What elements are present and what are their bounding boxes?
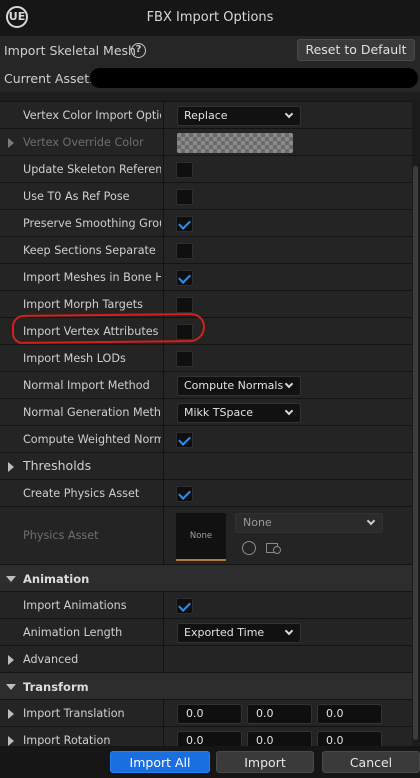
vertex-color-import-row: Vertex Color Import Option Replace [0,102,412,129]
vertex-color-import-label: Vertex Color Import Option [23,109,161,122]
current-asset-row: Current Asset: [0,64,420,92]
import-all-button[interactable]: Import All [110,751,210,773]
translation-x-input[interactable]: 0.0 [177,704,242,724]
import-meshes-bone-checkbox[interactable] [176,270,193,286]
create-physics-checkbox[interactable] [176,486,193,502]
animation-section-label: Animation [23,572,90,586]
vertex-override-color-row: Vertex Override Color [0,129,412,156]
current-asset-label: Current Asset: [4,71,94,86]
update-skeleton-checkbox[interactable] [176,162,193,178]
translation-z-input[interactable]: 0.0 [317,704,382,724]
create-physics-row: Create Physics Asset [0,480,412,507]
physics-asset-row: Physics Asset None None [0,507,412,565]
vertical-scrollbar[interactable] [412,100,420,746]
physics-asset-dropdown[interactable]: None [235,513,383,533]
import-meshes-bone-row: Import Meshes in Bone Hi... [0,264,412,291]
import-animations-row: Import Animations [0,592,412,619]
window-title: FBX Import Options [146,10,274,25]
keep-sections-row: Keep Sections Separate [0,237,412,264]
keep-sections-checkbox[interactable] [176,243,193,259]
rotation-y-input[interactable]: 0.0 [247,731,312,746]
use-selected-icon[interactable] [242,541,256,555]
browse-icon[interactable] [266,541,282,555]
animation-length-label: Animation Length [23,626,123,639]
rotation-x-input[interactable]: 0.0 [177,731,242,746]
title-bar: UE FBX Import Options [0,0,420,36]
transform-section-header[interactable]: Transform [0,673,412,700]
compute-weighted-checkbox[interactable] [176,432,193,448]
normal-import-row: Normal Import Method Compute Normals [0,372,412,399]
normal-generation-label: Normal Generation Method [23,406,161,419]
collapse-arrow-icon[interactable] [6,684,16,690]
animation-length-row: Animation Length Exported Time [0,619,412,646]
vertex-color-import-dropdown[interactable]: Replace [177,106,301,126]
normal-import-label: Normal Import Method [23,379,150,392]
translation-y-input[interactable]: 0.0 [247,704,312,724]
chevron-down-icon [284,379,294,389]
import-type-label: Import Skeletal Mesh [4,43,136,58]
expand-arrow-icon[interactable] [8,138,14,148]
physics-asset-label: Physics Asset [23,529,99,542]
import-mesh-lods-checkbox[interactable] [176,351,193,367]
compute-weighted-label: Compute Weighted Normals [23,433,161,446]
animation-length-dropdown[interactable]: Exported Time [177,623,301,643]
help-icon[interactable]: ? [131,43,146,58]
preserve-smoothing-checkbox[interactable] [176,216,193,232]
import-morph-label: Import Morph Targets [23,298,143,311]
use-t0-checkbox[interactable] [176,189,193,205]
footer-bar: Import All Import Cancel [0,746,420,778]
import-mesh-lods-label: Import Mesh LODs [23,352,126,365]
import-button[interactable]: Import [216,751,314,773]
expand-arrow-icon[interactable] [8,709,14,719]
use-t0-label: Use T0 As Ref Pose [23,190,130,203]
use-t0-row: Use T0 As Ref Pose [0,183,412,210]
collapse-arrow-icon[interactable] [6,576,16,582]
import-rotation-label: Import Rotation [23,734,111,746]
expand-arrow-icon[interactable] [8,462,14,472]
rotation-z-input[interactable]: 0.0 [317,731,382,746]
cancel-button[interactable]: Cancel [322,751,420,773]
import-rotation-row: Import Rotation 0.0 0.0 0.0 [0,727,412,746]
annotation-circle [11,312,206,345]
import-meshes-bone-label: Import Meshes in Bone Hi... [23,271,161,284]
expand-arrow-icon[interactable] [8,736,14,746]
color-swatch[interactable] [177,133,293,153]
normal-import-dropdown[interactable]: Compute Normals [177,376,301,396]
chevron-down-icon [366,516,376,526]
compute-weighted-row: Compute Weighted Normals [0,426,412,453]
advanced-row[interactable]: Advanced [0,646,412,673]
chevron-down-icon [284,406,294,416]
chevron-down-icon [284,626,294,636]
preserve-smoothing-row: Preserve Smoothing Groups [0,210,412,237]
keep-sections-label: Keep Sections Separate [23,244,156,257]
normal-generation-dropdown[interactable]: Mikk TSpace [177,403,301,423]
thresholds-row[interactable]: Thresholds [0,453,412,480]
animation-section-header[interactable]: Animation [0,565,412,592]
import-translation-label: Import Translation [23,707,125,720]
update-skeleton-row: Update Skeleton Referenc... [0,156,412,183]
scrollbar-thumb[interactable] [413,166,418,740]
advanced-label: Advanced [23,653,79,666]
vertex-override-color-label: Vertex Override Color [23,136,144,149]
chevron-down-icon [284,109,294,119]
import-animations-label: Import Animations [23,599,127,612]
import-animations-checkbox[interactable] [176,598,193,614]
create-physics-label: Create Physics Asset [23,487,140,500]
preserve-smoothing-label: Preserve Smoothing Groups [23,217,161,230]
reset-to-default-button[interactable]: Reset to Default [297,39,415,61]
import-type-header: Import Skeletal Mesh ? Reset to Default [0,36,420,64]
import-mesh-lods-row: Import Mesh LODs [0,345,412,372]
thresholds-label: Thresholds [23,458,92,473]
update-skeleton-label: Update Skeleton Referenc... [23,163,161,176]
options-panel[interactable]: Vertex Color Import Option Replace Verte… [0,100,412,746]
transform-section-label: Transform [23,680,89,694]
import-translation-row: Import Translation 0.0 0.0 0.0 [0,700,412,727]
asset-thumbnail[interactable]: None [176,513,226,561]
import-morph-checkbox[interactable] [176,297,193,313]
normal-generation-row: Normal Generation Method Mikk TSpace [0,399,412,426]
redacted-asset-path [90,68,418,88]
expand-arrow-icon[interactable] [8,655,14,665]
